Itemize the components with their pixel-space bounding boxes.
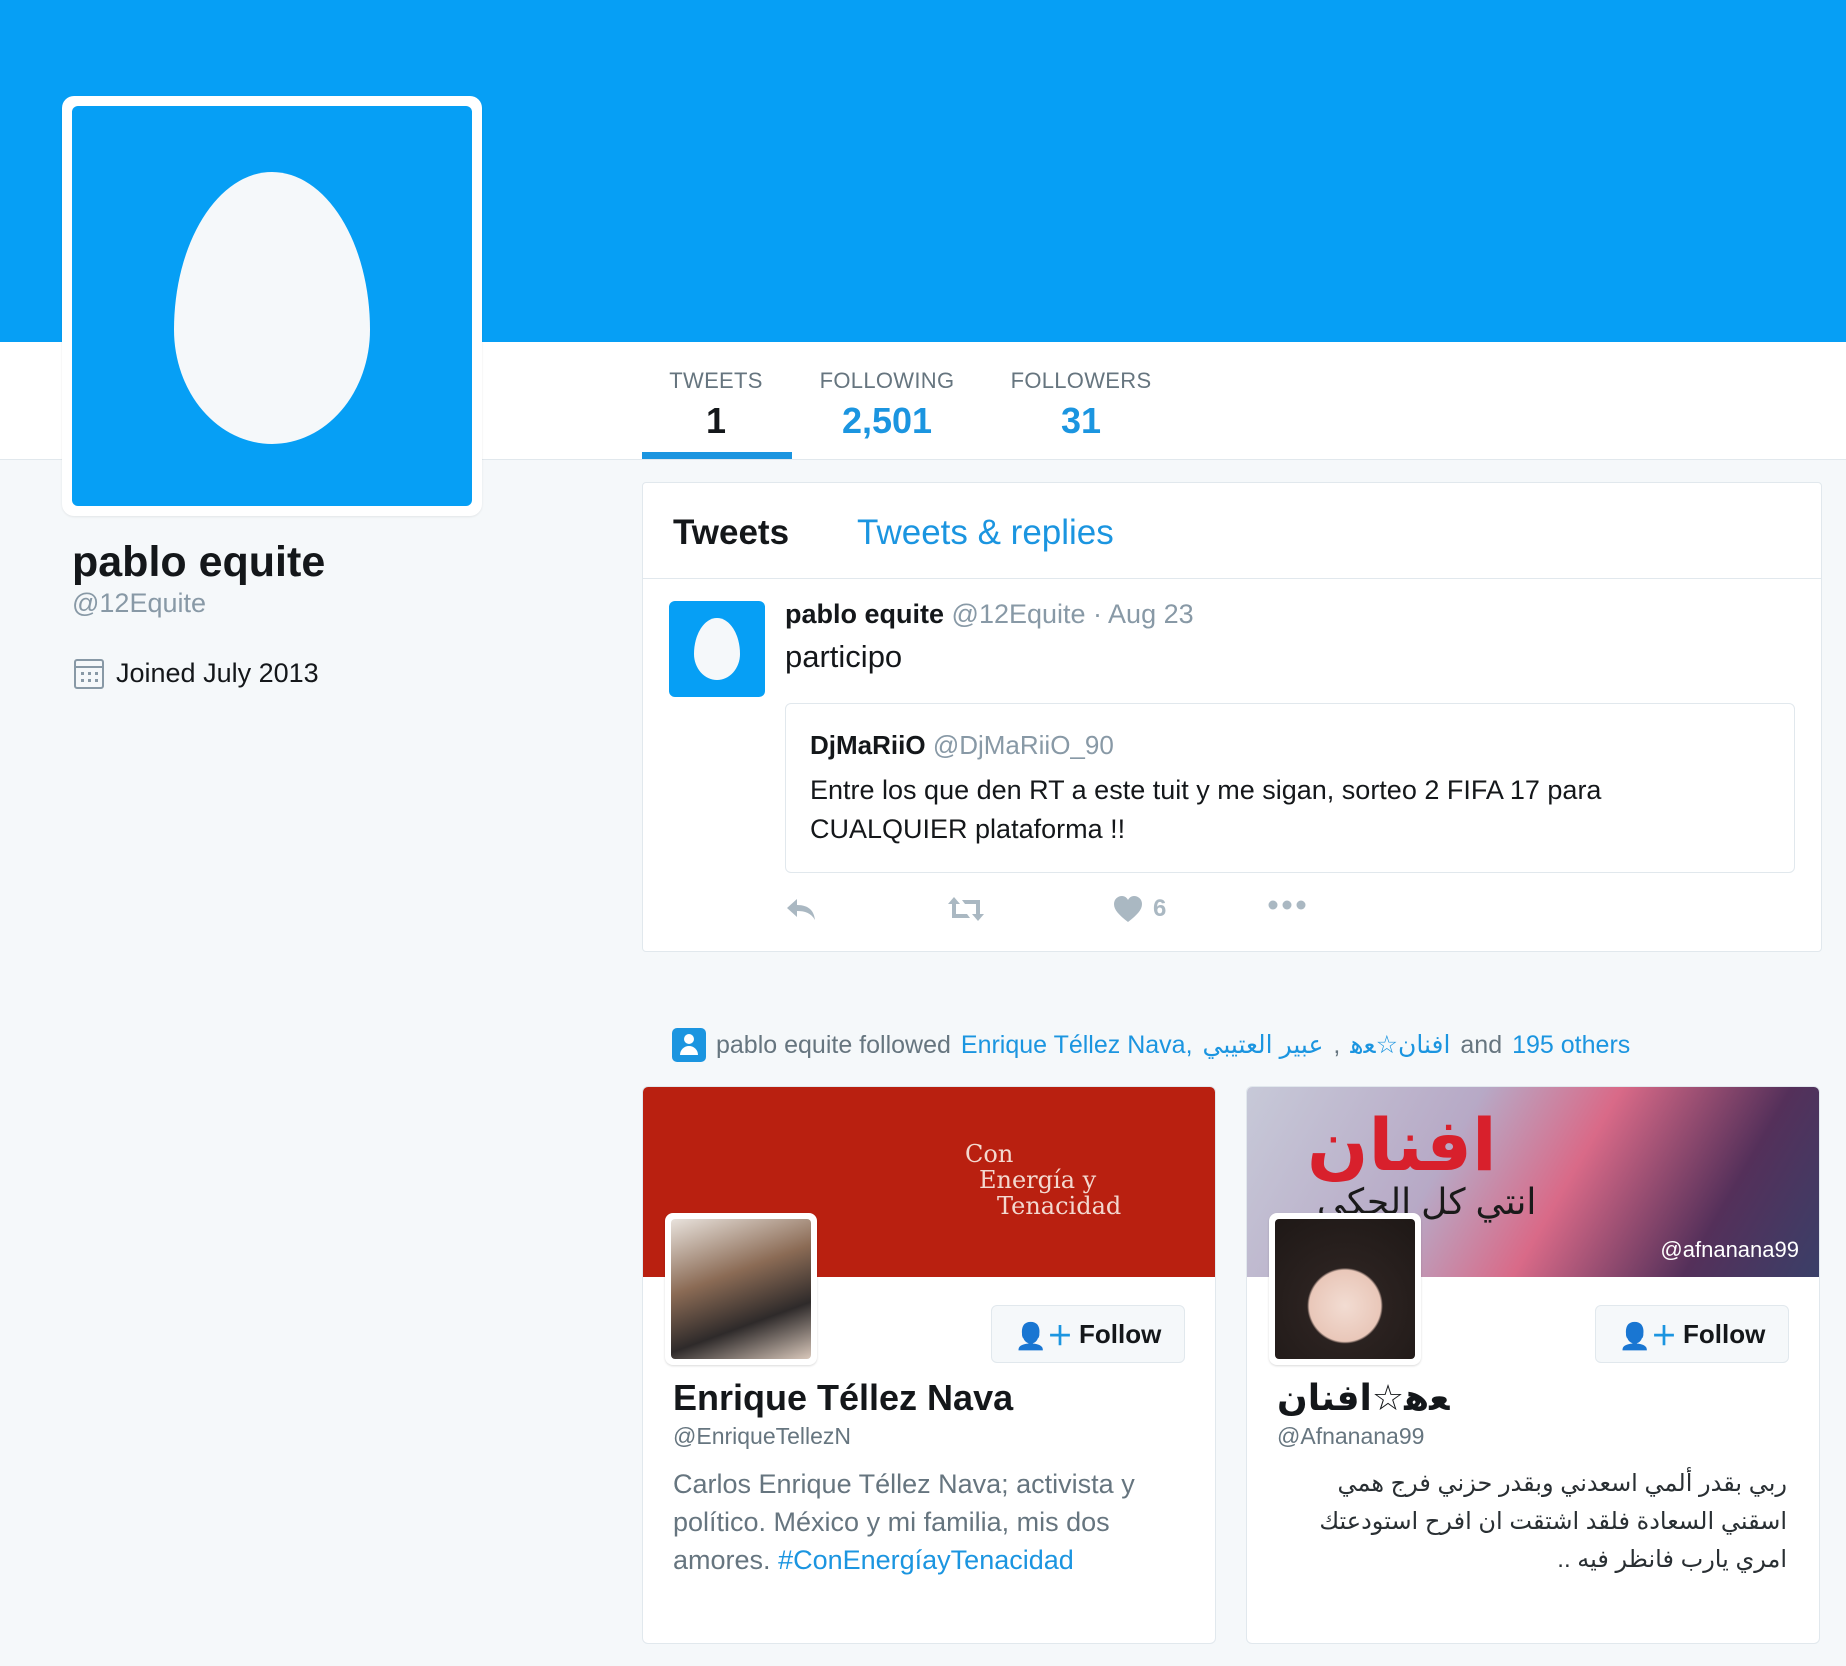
user-card-handle[interactable]: @EnriqueTellezN	[673, 1423, 851, 1450]
profile-name[interactable]: pablo equite	[72, 538, 325, 587]
stat-followers-label: FOLLOWERS	[1010, 368, 1152, 393]
followed-name-1: Enrique Téllez Nava	[960, 1030, 1186, 1059]
followed-activity: pablo equite followed Enrique Téllez Nav…	[672, 1028, 1630, 1062]
reply-button[interactable]	[785, 895, 817, 923]
follow-button-label: Follow	[1079, 1318, 1162, 1349]
user-card-afnan: افنان انتي كل الحكي @afnanana99 👤＋ Follo…	[1246, 1086, 1820, 1644]
tab-tweets-and-replies[interactable]: Tweets & replies	[857, 513, 1114, 553]
like-count: 6	[1153, 895, 1167, 922]
user-card-bio: ربي بقدر ألمي اسعدني وبقدر حزني فرج همي …	[1319, 1470, 1787, 1573]
person-icon	[672, 1028, 706, 1062]
banner-title: افنان	[1307, 1106, 1497, 1186]
timeline: Tweets Tweets & replies pablo equite @12…	[642, 482, 1822, 952]
timeline-tabs: Tweets Tweets & replies	[643, 483, 1821, 579]
stat-following-label: FOLLOWING	[819, 368, 955, 393]
stat-tweets-label: TWEETS	[669, 368, 763, 393]
tweet-date[interactable]: Aug 23	[1108, 599, 1194, 629]
default-egg-avatar	[72, 106, 472, 506]
follow-button[interactable]: 👤＋ Follow	[1595, 1305, 1789, 1363]
followed-and: and	[1460, 1030, 1503, 1059]
follow-button[interactable]: 👤＋ Follow	[991, 1305, 1185, 1363]
retweet-button[interactable]	[947, 895, 985, 923]
user-card-enrique: Con Energía y Tenacidad 👤＋ Follow Enriqu…	[642, 1086, 1216, 1644]
follow-person-plus-icon: 👤＋	[1014, 1320, 1074, 1351]
user-card-name[interactable]: Enrique Téllez Nava	[673, 1377, 1013, 1419]
joined-date: Joined July 2013	[74, 658, 319, 689]
follow-person-plus-icon: 👤＋	[1618, 1320, 1678, 1351]
tweet-author-name[interactable]: pablo equite	[785, 599, 944, 629]
banner-handle: @afnanana99	[1660, 1237, 1799, 1262]
more-dots-icon	[1268, 900, 1306, 910]
user-card-hashtag[interactable]: #ConEnergíayTenacidad	[778, 1545, 1074, 1575]
tweet-author-handle[interactable]: @12Equite	[952, 599, 1086, 629]
user-photo	[1275, 1219, 1415, 1359]
tweet-avatar[interactable]	[669, 601, 765, 697]
user-photo	[671, 1219, 811, 1359]
like-button[interactable]: 6	[1113, 895, 1166, 923]
active-stat-indicator	[642, 452, 792, 459]
joined-text: Joined July 2013	[116, 658, 319, 688]
tab-tweets[interactable]: Tweets	[673, 513, 789, 553]
followed-prefix: pablo equite followed	[716, 1030, 951, 1059]
followed-name-2: عبير العتيبي	[1202, 1031, 1324, 1059]
user-card-name[interactable]: ﻌﮬ☆افنان	[1277, 1377, 1449, 1419]
user-card-handle[interactable]: @Afnanana99	[1277, 1423, 1424, 1450]
heart-icon	[1114, 896, 1142, 922]
quoted-author-name: DjMaRiiO	[810, 730, 926, 760]
followed-link-3[interactable]: افنان☆ﻌﮬ	[1350, 1030, 1450, 1060]
quoted-author-handle: @DjMaRiiO_90	[932, 730, 1114, 760]
followed-link-2[interactable]: عبير العتيبي	[1203, 1030, 1324, 1060]
user-card-avatar[interactable]	[665, 1213, 817, 1365]
egg-icon	[694, 618, 740, 680]
quoted-tweet[interactable]: DjMaRiiO @DjMaRiiO_90 Entre los que den …	[785, 703, 1795, 873]
retweet-icon	[948, 897, 984, 921]
stat-tweets-value: 1	[705, 400, 727, 441]
tweet-separator: ·	[1085, 599, 1109, 629]
calendar-icon	[74, 658, 104, 689]
tweet-actions: 6	[785, 895, 1385, 935]
follow-button-label: Follow	[1683, 1318, 1766, 1349]
stat-followers-value: 31	[1060, 400, 1102, 441]
followed-comma-2: ,	[1333, 1030, 1341, 1059]
stat-following-value: 2,501	[841, 400, 933, 441]
banner-slogan: Con Energía y Tenacidad	[965, 1141, 1121, 1219]
profile-avatar[interactable]	[62, 96, 482, 516]
profile-handle[interactable]: @12Equite	[72, 588, 206, 619]
banner-slogan-line-2: Energía y	[979, 1166, 1097, 1194]
followed-others-link[interactable]: 195 others	[1512, 1031, 1630, 1060]
stat-following[interactable]: FOLLOWING 2,501	[812, 368, 962, 442]
user-card-bio: Carlos Enrique Téllez Nava; activista y …	[673, 1465, 1183, 1579]
stat-followers[interactable]: FOLLOWERS 31	[1006, 368, 1156, 442]
stat-tweets[interactable]: TWEETS 1	[642, 368, 790, 442]
quoted-tweet-text: Entre los que den RT a este tuit y me si…	[810, 775, 1602, 844]
banner-slogan-line-1: Con	[965, 1140, 1014, 1168]
reply-icon	[787, 899, 815, 920]
tweet-text: participo	[785, 639, 903, 674]
quoted-tweet-header: DjMaRiiO @DjMaRiiO_90	[810, 730, 1770, 761]
followed-comma-1: ,	[1185, 1030, 1193, 1059]
egg-icon	[174, 172, 370, 444]
tweet-header: pablo equite @12Equite · Aug 23	[785, 599, 1194, 630]
more-button[interactable]	[1267, 899, 1307, 911]
followed-link-1[interactable]: Enrique Téllez Nava,	[961, 1031, 1193, 1060]
user-card-avatar[interactable]	[1269, 1213, 1421, 1365]
banner-slogan-line-3: Tenacidad	[997, 1192, 1122, 1220]
